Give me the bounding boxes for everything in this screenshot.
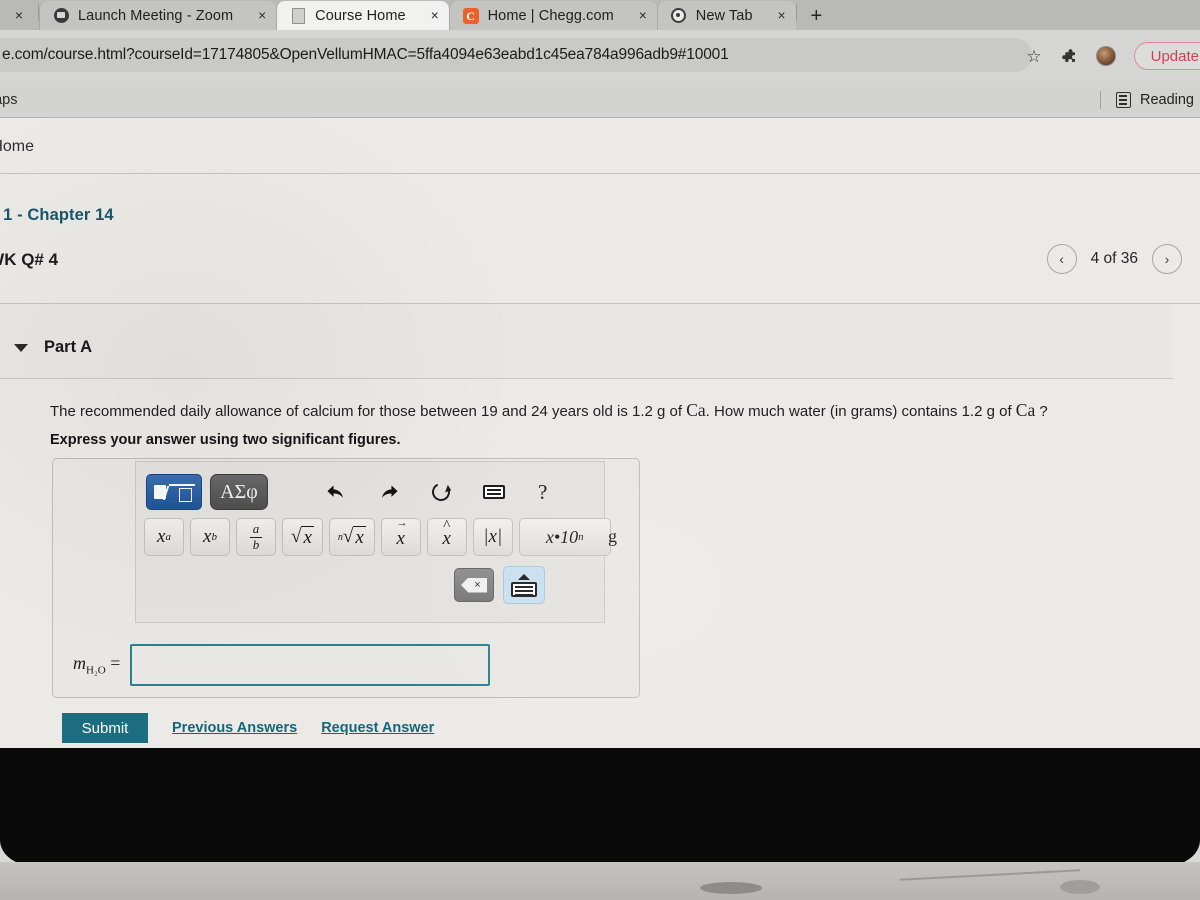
math-template-button[interactable]: [146, 474, 202, 510]
bookmark-star-icon[interactable]: ☆: [1026, 48, 1041, 65]
breadcrumb[interactable]: se Home: [0, 138, 34, 156]
question-text-part3: ?: [1035, 403, 1048, 420]
keyboard-icon: [511, 581, 537, 597]
tab-title: Course Home: [315, 7, 406, 24]
reading-list-label: Reading: [1139, 92, 1194, 108]
omnibox-row: e.com/course.html?courseId=17174805&Open…: [0, 30, 1200, 82]
monitor-bezel: [0, 748, 1200, 866]
monitor-stand: [700, 882, 762, 894]
part-a-header[interactable]: Part A: [14, 338, 92, 357]
new-tab-button[interactable]: +: [811, 6, 823, 30]
reading-list-icon: [1115, 92, 1131, 108]
hat-button[interactable]: x: [426, 518, 467, 556]
help-icon[interactable]: ?: [538, 481, 547, 503]
browser-tab-chegg[interactable]: C Home | Chegg.com ×: [448, 1, 657, 30]
math-palette: ΑΣφ ? xa xb a b √ x n √ x x → x ^ |x| x•…: [135, 461, 611, 623]
browser-tab-strip: × Launch Meeting - Zoom × Course Home × …: [0, 0, 1200, 30]
tab-title: New Tab: [695, 7, 753, 24]
screenshot-root: × Launch Meeting - Zoom × Course Home × …: [0, 0, 1200, 900]
reset-icon[interactable]: [429, 480, 453, 504]
arrow-up-icon: [518, 573, 530, 580]
submit-button[interactable]: Submit: [62, 713, 148, 743]
palette-action-row: ×: [454, 566, 545, 604]
answer-input-row: mH₂O =: [53, 637, 641, 693]
square-root-button[interactable]: √ x: [282, 518, 323, 556]
vector-button[interactable]: x: [380, 517, 421, 556]
question-text: The recommended daily allowance of calci…: [50, 399, 1140, 423]
close-icon[interactable]: ×: [639, 8, 647, 23]
bookmarks-bar: Maps Reading: [0, 82, 1200, 118]
browser-tab-zoom[interactable]: Launch Meeting - Zoom ×: [39, 1, 277, 30]
request-answer-link[interactable]: Request Answer: [321, 720, 434, 736]
zoom-icon: [53, 8, 69, 24]
chrome-icon: [671, 8, 687, 24]
fraction-button[interactable]: ab: [236, 518, 276, 556]
profile-avatar[interactable]: [1095, 46, 1116, 66]
url-text: e.com/course.html?courseId=17174805&Open…: [2, 46, 729, 63]
divider: [1099, 91, 1101, 109]
answer-actions: Submit Previous Answers Request Answer: [62, 713, 434, 743]
ca-symbol: Ca: [686, 400, 706, 420]
part-label: Part A: [44, 338, 92, 356]
assignment-title: MWK Q# 4: [0, 250, 59, 269]
tab-title: Launch Meeting - Zoom: [78, 7, 234, 24]
template-radical-icon: [168, 483, 195, 502]
absolute-value-button[interactable]: |x|: [472, 518, 513, 556]
previous-answers-link[interactable]: Previous Answers: [172, 720, 297, 736]
close-icon[interactable]: ×: [431, 8, 439, 23]
undo-icon[interactable]: [326, 483, 346, 501]
close-icon[interactable]: ×: [258, 8, 266, 23]
scientific-notation-button[interactable]: x•10 n: [518, 518, 611, 556]
address-bar[interactable]: e.com/course.html?courseId=17174805&Open…: [0, 38, 1032, 72]
desk-surface: [0, 862, 1200, 900]
tab-divider: [795, 3, 797, 21]
course-title: nit 1 - Chapter 14: [0, 206, 114, 224]
greek-symbols-button[interactable]: ΑΣφ: [210, 474, 268, 510]
chegg-icon: C: [462, 7, 479, 24]
tab-title: Home | Chegg.com: [487, 7, 614, 24]
bookmark-maps[interactable]: Maps: [0, 92, 17, 108]
nth-root-button[interactable]: n √ x: [328, 518, 375, 556]
subscript-button[interactable]: xb: [190, 518, 230, 556]
desk-object: [1060, 880, 1100, 894]
omnibox-actions: ☆ Update: [1026, 30, 1200, 82]
page-content: se Home nit 1 - Chapter 14 MWK Q# 4 ‹ 4 …: [0, 118, 1200, 868]
extensions-puzzle-icon[interactable]: [1060, 47, 1078, 65]
reading-list-button[interactable]: Reading: [1099, 82, 1194, 118]
document-icon: [290, 7, 306, 24]
update-button[interactable]: Update: [1133, 42, 1200, 70]
superscript-button[interactable]: xa: [144, 518, 184, 556]
redo-icon[interactable]: [379, 483, 399, 501]
prev-question-button[interactable]: ‹: [1046, 244, 1077, 274]
palette-icon-group: ?: [326, 480, 547, 504]
answer-unit-label: g: [608, 526, 617, 546]
keyboard-icon[interactable]: [483, 485, 505, 499]
breadcrumb-bar: se Home: [0, 128, 1200, 174]
palette-toolbar-row: ΑΣφ ?: [146, 472, 596, 512]
pager-label: 4 of 36: [1090, 250, 1138, 267]
ca-symbol: Ca: [1015, 400, 1036, 420]
answer-card: ΑΣφ ? xa xb a b √ x n √ x x → x ^ |x| x•…: [52, 458, 640, 698]
question-text-part2: . How much water (in grams) contains 1.2…: [705, 403, 1016, 420]
browser-tab-course-home[interactable]: Course Home ×: [276, 1, 449, 30]
backspace-icon: ×: [461, 577, 487, 593]
next-question-button[interactable]: ›: [1152, 244, 1182, 274]
question-instruction: Express your answer using two significan…: [50, 432, 401, 448]
part-a-panel: Part A: [0, 304, 1173, 379]
question-text-part1: The recommended daily allowance of calci…: [50, 403, 687, 420]
palette-symbol-row: xa xb ab √x n√x x x |x| x•10n: [144, 517, 611, 556]
keyboard-toggle-button[interactable]: [503, 566, 545, 604]
backspace-button[interactable]: ×: [454, 568, 494, 602]
chevron-down-icon[interactable]: [14, 343, 28, 352]
question-pager: ‹ 4 of 36 ›: [1046, 244, 1182, 274]
close-icon[interactable]: ×: [778, 8, 786, 23]
browser-tab-new-tab[interactable]: New Tab ×: [656, 1, 796, 30]
answer-input[interactable]: [130, 644, 491, 686]
tab-close-icon-partial[interactable]: ×: [0, 0, 38, 30]
answer-variable-label: mH₂O =: [73, 653, 121, 677]
